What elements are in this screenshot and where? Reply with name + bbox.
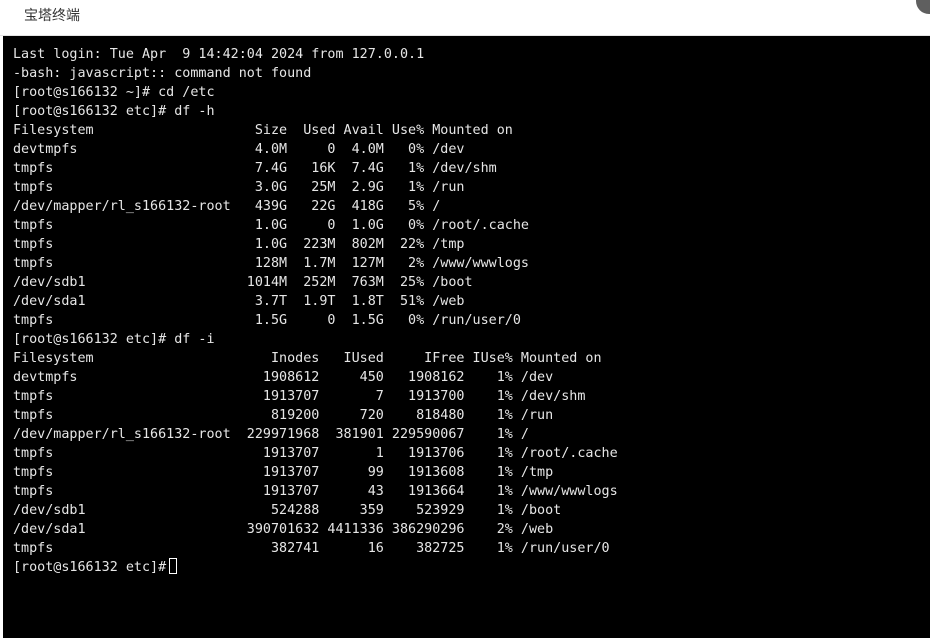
terminal-line: /dev/sda1 3.7T 1.9T 1.8T 51% /web: [13, 294, 465, 309]
terminal-line: tmpfs 819200 720 818480 1% /run: [13, 408, 554, 423]
terminal-line: tmpfs 1.5G 0 1.5G 0% /run/user/0: [13, 313, 521, 328]
terminal-cursor: [169, 558, 178, 574]
terminal-line: tmpfs 1.0G 0 1.0G 0% /root/.cache: [13, 218, 529, 233]
terminal-line: Filesystem Size Used Avail Use% Mounted …: [13, 123, 513, 138]
terminal-line: devtmpfs 4.0M 0 4.0M 0% /dev: [13, 142, 465, 157]
terminal-line: tmpfs 1913707 1 1913706 1% /root/.cache: [13, 446, 618, 461]
terminal-line: [root@s166132 ~]# cd /etc: [13, 85, 215, 100]
terminal-line: tmpfs 1913707 7 1913700 1% /dev/shm: [13, 389, 586, 404]
terminal-line: /dev/mapper/rl_s166132-root 439G 22G 418…: [13, 199, 441, 214]
terminal-line: /dev/mapper/rl_s166132-root 229971968 38…: [13, 427, 529, 442]
terminal-window: 宝塔终端 Last login: Tue Apr 9 14:42:04 2024…: [0, 0, 930, 638]
terminal-line: tmpfs 7.4G 16K 7.4G 1% /dev/shm: [13, 161, 497, 176]
terminal-line: tmpfs 128M 1.7M 127M 2% /www/wwwlogs: [13, 256, 529, 271]
terminal-line: tmpfs 1913707 43 1913664 1% /www/wwwlogs: [13, 484, 618, 499]
close-icon[interactable]: [916, 0, 930, 14]
terminal-line: tmpfs 1.0G 223M 802M 22% /tmp: [13, 237, 465, 252]
terminal-screen[interactable]: Last login: Tue Apr 9 14:42:04 2024 from…: [3, 36, 930, 638]
terminal-line: [root@s166132 etc]# df -h: [13, 104, 215, 119]
prompt-line[interactable]: [root@s166132 etc]#: [13, 558, 618, 577]
terminal-line: tmpfs 382741 16 382725 1% /run/user/0: [13, 541, 610, 556]
terminal-line: Filesystem Inodes IUsed IFree IUse% Moun…: [13, 351, 602, 366]
terminal-line: devtmpfs 1908612 450 1908162 1% /dev: [13, 370, 554, 385]
terminal-line: /dev/sda1 390701632 4411336 386290296 2%…: [13, 522, 554, 537]
terminal-line: /dev/sdb1 1014M 252M 763M 25% /boot: [13, 275, 473, 290]
terminal-line: [root@s166132 etc]# df -i: [13, 332, 215, 347]
shell-prompt: [root@s166132 etc]#: [13, 560, 167, 575]
terminal-line: /dev/sdb1 524288 359 523929 1% /boot: [13, 503, 562, 518]
terminal-output: Last login: Tue Apr 9 14:42:04 2024 from…: [13, 45, 618, 577]
terminal-line: Last login: Tue Apr 9 14:42:04 2024 from…: [13, 47, 425, 62]
terminal-line: tmpfs 1913707 99 1913608 1% /tmp: [13, 465, 554, 480]
title-bar: 宝塔终端: [0, 0, 930, 36]
terminal-line: -bash: javascript:: command not found: [13, 66, 312, 81]
window-title: 宝塔终端: [24, 8, 80, 24]
terminal-line: tmpfs 3.0G 25M 2.9G 1% /run: [13, 180, 465, 195]
